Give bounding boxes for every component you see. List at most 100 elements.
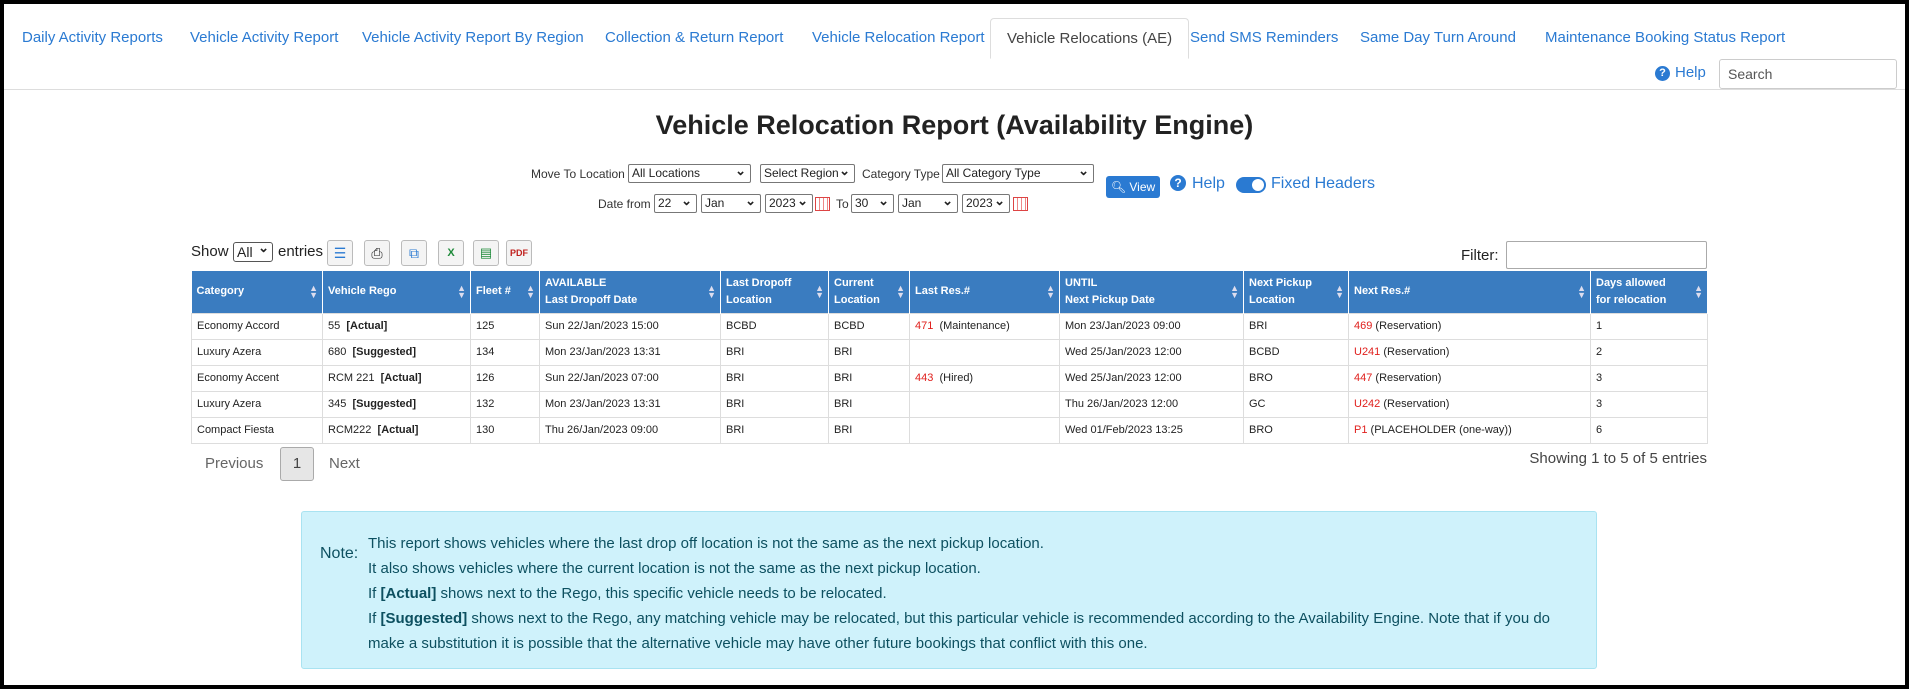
print-icon[interactable]: ⎙ [364,240,390,266]
table-cell: Sun 22/Jan/2023 07:00 [539,364,721,392]
csv-icon[interactable]: ▤ [473,240,499,266]
help-link-top[interactable]: ? Help [1655,64,1706,81]
region-select[interactable]: Select Region [760,164,855,183]
table-cell: 680 [Suggested] [322,338,471,366]
next-res-link[interactable]: P1 [1354,424,1367,436]
table-cell: 130 [470,416,540,444]
date-to-label: To [836,197,849,211]
to-year-select[interactable]: 2023 [962,194,1010,213]
tab-vehicle-activity-by-region[interactable]: Vehicle Activity Report By Region [346,18,600,58]
tab-maintenance-booking-status[interactable]: Maintenance Booking Status Report [1529,18,1801,58]
note-text: This report shows vehicles where the las… [368,531,1583,656]
table-cell: 471 (Maintenance) [909,312,1060,340]
table-cell: 6 [1590,416,1708,444]
sort-icon: ▲ ▼ [309,283,318,300]
next-res-link[interactable]: U242 [1354,398,1380,410]
column-header-vehicle-rego[interactable]: Vehicle Rego ▲ ▼ [322,271,471,313]
table-cell [909,416,1060,444]
pdf-icon[interactable]: PDF [506,240,532,266]
sort-icon: ▲ ▼ [1046,283,1055,300]
pagination-next[interactable]: Next [329,455,360,472]
tab-vehicle-activity-report[interactable]: Vehicle Activity Report [174,18,354,58]
column-header-next-res[interactable]: Next Res.# ▲ ▼ [1348,271,1591,313]
table-cell: Wed 25/Jan/2023 12:00 [1059,338,1244,366]
next-res-link[interactable]: U241 [1354,346,1380,358]
report-tabs: Daily Activity Reports Vehicle Activity … [4,18,1905,90]
note-label: Note: [320,545,359,562]
table-cell: 126 [470,364,540,392]
last-res-link[interactable]: 443 [915,372,933,384]
sort-icon: ▲ ▼ [1230,283,1239,300]
table-cell: BRI [828,364,910,392]
column-header-available[interactable]: AVAILABLE Last Dropoff Date ▲ ▼ [539,271,721,313]
table-cell: BRI [720,390,829,418]
excel-icon[interactable]: X [438,240,464,266]
sort-icon: ▲ ▼ [896,283,905,300]
from-year-select[interactable]: 2023 [765,194,813,213]
sort-icon: ▲ ▼ [1335,283,1344,300]
table-cell: 469 (Reservation) [1348,312,1591,340]
list-icon[interactable]: ☰ [327,240,353,266]
column-header-last-dropoff-location[interactable]: Last Dropoff Location ▲ ▼ [720,271,829,313]
next-res-link[interactable]: 447 [1354,372,1372,384]
fixed-headers-label: Fixed Headers [1271,175,1376,192]
table-cell: Compact Fiesta [191,416,323,444]
tab-daily-activity-reports[interactable]: Daily Activity Reports [6,18,179,58]
column-header-category[interactable]: Category ▲ ▼ [191,271,323,313]
tab-same-day-turn-around[interactable]: Same Day Turn Around [1344,18,1532,58]
next-res-link[interactable]: 469 [1354,320,1372,332]
table-cell: 345 [Suggested] [322,390,471,418]
category-type-label: Category Type [862,167,940,181]
table-cell: BRO [1243,364,1349,392]
table-header-row: Category ▲ ▼ Vehicle Rego ▲ ▼ Fleet # ▲ ▼ AVAI… [191,271,1708,313]
tab-vehicle-relocation-report[interactable]: Vehicle Relocation Report [796,18,1001,58]
table-cell: BRI [828,338,910,366]
column-header-days-allowed[interactable]: Days allowed for relocation ▲ ▼ [1590,271,1708,313]
view-button[interactable]: 🔍︎ View [1106,176,1160,198]
tab-vehicle-relocations-ae[interactable]: Vehicle Relocations (AE) [990,18,1190,59]
column-header-until[interactable]: UNTIL Next Pickup Date ▲ ▼ [1059,271,1244,313]
table-row[interactable]: Luxury Azera 345 [Suggested] 132 Mon 23/Jan… [191,390,1708,418]
table-cell: Luxury Azera [191,390,323,418]
pagination-previous[interactable]: Previous [205,455,263,472]
table-cell: RCM222 [Actual] [322,416,471,444]
category-type-select[interactable]: All Category Type [942,164,1094,183]
show-entries-select[interactable]: All [233,239,273,262]
from-month-select[interactable]: Jan [701,194,761,213]
search-input[interactable] [1719,59,1897,89]
table-row[interactable]: Luxury Azera 680 [Suggested] 134 Mon 23/Jan… [191,338,1708,366]
table-cell: Wed 01/Feb/2023 13:25 [1059,416,1244,444]
table-row[interactable]: Compact Fiesta RCM222 [Actual] 130 Thu 26/J… [191,416,1708,444]
copy-icon[interactable]: ⧉ [401,240,427,266]
fixed-headers-toggle[interactable] [1236,177,1266,193]
tab-collection-return-report[interactable]: Collection & Return Report [589,18,799,58]
to-day-select[interactable]: 30 [851,194,894,213]
filter-input[interactable] [1506,241,1707,269]
table-row[interactable]: Economy Accord 55 [Actual] 125 Sun 22/Jan/2… [191,312,1708,340]
move-to-location-select[interactable]: All Locations [628,164,751,183]
table-cell: 132 [470,390,540,418]
question-icon: ? [1170,175,1186,191]
table-row[interactable]: Economy Accent RCM 221 [Actual] 126 Sun 22/… [191,364,1708,392]
table-cell: BCBD [828,312,910,340]
table-cell: 125 [470,312,540,340]
column-header-current-location[interactable]: Current Location ▲ ▼ [828,271,910,313]
pagination-page-1[interactable]: 1 [280,447,314,481]
note-line: This report shows vehicles where the las… [368,535,1044,552]
last-res-link[interactable]: 471 [915,320,933,332]
calendar-icon[interactable] [815,197,830,211]
to-month-select[interactable]: Jan [898,194,958,213]
calendar-icon[interactable] [1013,197,1028,211]
table-cell: BRO [1243,416,1349,444]
tab-send-sms-reminders[interactable]: Send SMS Reminders [1174,18,1354,58]
table-cell [909,390,1060,418]
column-header-next-pickup-location[interactable]: Next Pickup Location ▲ ▼ [1243,271,1349,313]
move-to-location-label: Move To Location [531,167,625,181]
table-cell: 55 [Actual] [322,312,471,340]
column-header-fleet[interactable]: Fleet # ▲ ▼ [470,271,540,313]
column-header-last-res[interactable]: Last Res.# ▲ ▼ [909,271,1060,313]
table-cell: BRI [720,416,829,444]
help-link[interactable]: ? Help [1170,175,1225,193]
from-day-select[interactable]: 22 [654,194,697,213]
table-cell: BCBD [1243,338,1349,366]
